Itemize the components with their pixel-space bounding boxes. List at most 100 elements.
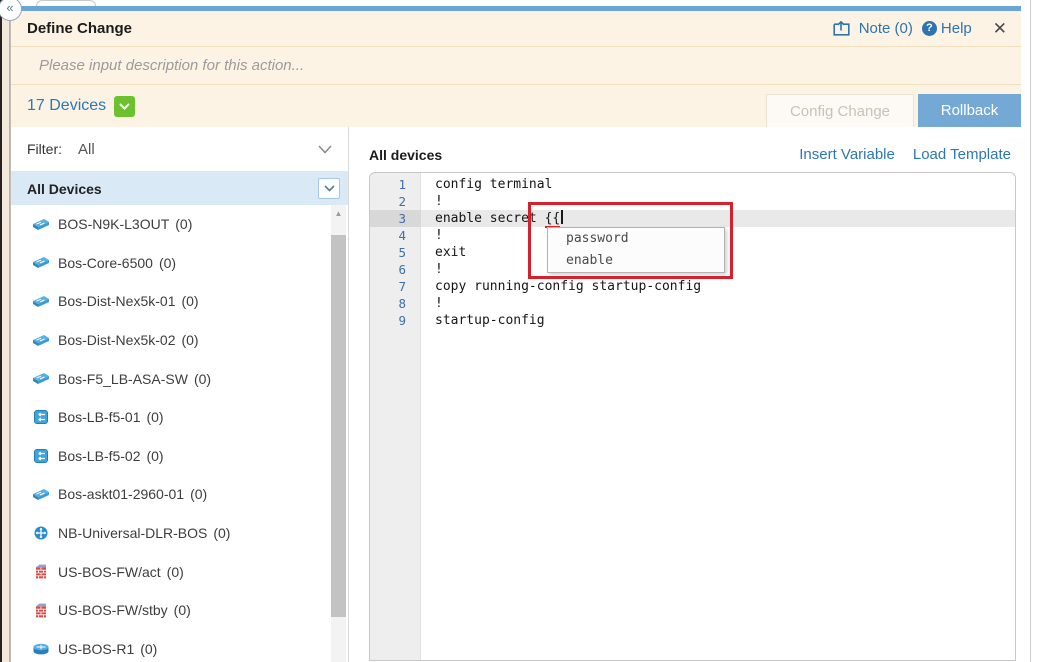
- code-line[interactable]: 8!: [370, 295, 1015, 312]
- device-list-item[interactable]: US-BOS-FW/stby (0): [11, 591, 330, 630]
- device-list-item[interactable]: Bos-LB-f5-01(0): [11, 398, 330, 437]
- code-line[interactable]: 7copy running-config startup-config: [370, 278, 1015, 295]
- scroll-up-icon[interactable]: ▲: [331, 205, 346, 221]
- device-name: Bos-Dist-Nex5k-02: [58, 332, 175, 348]
- line-number: 8: [370, 295, 421, 312]
- device-count: (0): [181, 332, 198, 348]
- device-list-item[interactable]: US-BOS-R1 (0): [11, 630, 330, 662]
- autocomplete-popup: passwordenable: [547, 227, 725, 273]
- device-count: (0): [181, 293, 198, 309]
- switch-icon: [31, 334, 50, 347]
- device-list-item[interactable]: NB-Universal-DLR-BOS (0): [11, 514, 330, 553]
- page-margin-strip: [2, 0, 10, 662]
- variable-token: {{: [545, 211, 561, 228]
- device-list-item[interactable]: Bos-F5_LB-ASA-SW (0): [11, 359, 330, 398]
- chevron-down-icon: [318, 145, 332, 154]
- config-editor[interactable]: 1config terminal2!3enable secret {{4!5ex…: [369, 172, 1016, 661]
- mode-tabs: Config Change Rollback: [766, 94, 1021, 127]
- code-line[interactable]: 9startup-config: [370, 312, 1015, 329]
- define-change-dialog: Define Change Note (0) ? Help ✕: [10, 11, 1021, 662]
- line-text: startup-config: [421, 312, 545, 329]
- device-group-header: All Devices: [11, 172, 348, 205]
- switch-icon: [31, 295, 50, 308]
- device-count: (0): [167, 564, 184, 580]
- code-line[interactable]: 2!: [370, 193, 1015, 210]
- devices-dropdown-button[interactable]: [114, 96, 135, 117]
- text-cursor: [561, 210, 563, 224]
- device-list-item[interactable]: Bos-Dist-Nex5k-01 (0): [11, 282, 330, 321]
- device-name: US-BOS-FW/stby: [58, 602, 168, 618]
- device-list-item[interactable]: Bos-Core-6500(0): [11, 244, 330, 283]
- filter-dropdown[interactable]: Filter: All: [11, 127, 348, 172]
- switch-icon: [31, 488, 50, 501]
- dialog-header: Define Change Note (0) ? Help ✕: [11, 11, 1021, 127]
- device-count: (0): [140, 641, 157, 657]
- device-count: (0): [194, 371, 211, 387]
- help-label: Help: [941, 20, 972, 37]
- device-list-item[interactable]: Bos-LB-f5-02(0): [11, 437, 330, 476]
- description-input[interactable]: Please input description for this action…: [39, 57, 304, 74]
- device-count: (0): [175, 216, 192, 232]
- autocomplete-option[interactable]: enable: [548, 250, 724, 272]
- router-cyl-icon: [31, 643, 50, 655]
- line-number: 9: [370, 312, 421, 329]
- device-count: (0): [213, 525, 230, 541]
- scrollbar-thumb[interactable]: [331, 235, 346, 617]
- help-icon: ?: [922, 21, 937, 36]
- line-number: 7: [370, 278, 421, 295]
- line-number: 6: [370, 261, 421, 278]
- tab-rollback[interactable]: Rollback: [918, 94, 1021, 127]
- devices-count-link[interactable]: 17 Devices: [27, 97, 106, 115]
- insert-variable-link[interactable]: Insert Variable: [799, 146, 895, 163]
- line-text: copy running-config startup-config: [421, 278, 701, 295]
- device-count: (0): [190, 486, 207, 502]
- line-text: !: [421, 193, 443, 210]
- line-text: !: [421, 261, 443, 278]
- line-number: 5: [370, 244, 421, 261]
- device-name: NB-Universal-DLR-BOS: [58, 525, 207, 541]
- load-template-link[interactable]: Load Template: [913, 146, 1011, 163]
- device-list-item[interactable]: US-BOS-FW/act(0): [11, 552, 330, 591]
- device-name: Bos-askt01-2960-01: [58, 486, 184, 502]
- define-change-screen: « Define Change Note (0) ? Help: [0, 0, 1042, 662]
- code-line[interactable]: 1config terminal: [370, 176, 1015, 193]
- switch-icon: [31, 372, 50, 385]
- tab-config-change[interactable]: Config Change: [766, 94, 914, 127]
- line-text: enable secret {{: [421, 210, 563, 227]
- dialog-title: Define Change: [27, 20, 132, 37]
- device-list-item[interactable]: Bos-askt01-2960-01 (0): [11, 475, 330, 514]
- line-text: !: [421, 295, 443, 312]
- device-count: (0): [146, 409, 163, 425]
- line-text: config terminal: [421, 176, 552, 193]
- switch-icon: [31, 256, 50, 269]
- device-count: (0): [146, 448, 163, 464]
- help-button[interactable]: ? Help: [922, 20, 972, 37]
- line-text: exit: [421, 244, 466, 261]
- line-number: 4: [370, 227, 421, 244]
- loadbalancer-icon: [31, 410, 50, 424]
- close-icon[interactable]: ✕: [993, 20, 1007, 37]
- line-text: !: [421, 227, 443, 244]
- device-name: Bos-Dist-Nex5k-01: [58, 293, 175, 309]
- page-divider-line: [1030, 0, 1031, 662]
- device-list-scrollbar[interactable]: ▲: [331, 205, 346, 662]
- device-list-item[interactable]: BOS-N9K-L3OUT (0): [11, 205, 330, 244]
- note-button[interactable]: Note (0): [859, 20, 913, 37]
- group-collapse-button[interactable]: [318, 178, 340, 199]
- device-name: US-BOS-R1: [58, 641, 134, 657]
- firewall-icon: [31, 603, 50, 618]
- firewall-icon: [31, 564, 50, 579]
- device-group-title: All Devices: [27, 181, 102, 197]
- device-name: BOS-N9K-L3OUT: [58, 216, 169, 232]
- device-count: (0): [159, 255, 176, 271]
- device-list-item[interactable]: Bos-Dist-Nex5k-02 (0): [11, 321, 330, 360]
- device-name: Bos-F5_LB-ASA-SW: [58, 371, 188, 387]
- line-number: 2: [370, 193, 421, 210]
- device-count: (0): [174, 602, 191, 618]
- device-list: BOS-N9K-L3OUT(0)Bos-Core-6500(0)Bos-Dist…: [11, 205, 330, 662]
- popout-icon[interactable]: [833, 21, 850, 36]
- loadbalancer-icon: [31, 449, 50, 463]
- code-line[interactable]: 3enable secret {{: [370, 210, 1015, 227]
- autocomplete-option[interactable]: password: [548, 228, 724, 250]
- filter-value: All: [78, 141, 95, 158]
